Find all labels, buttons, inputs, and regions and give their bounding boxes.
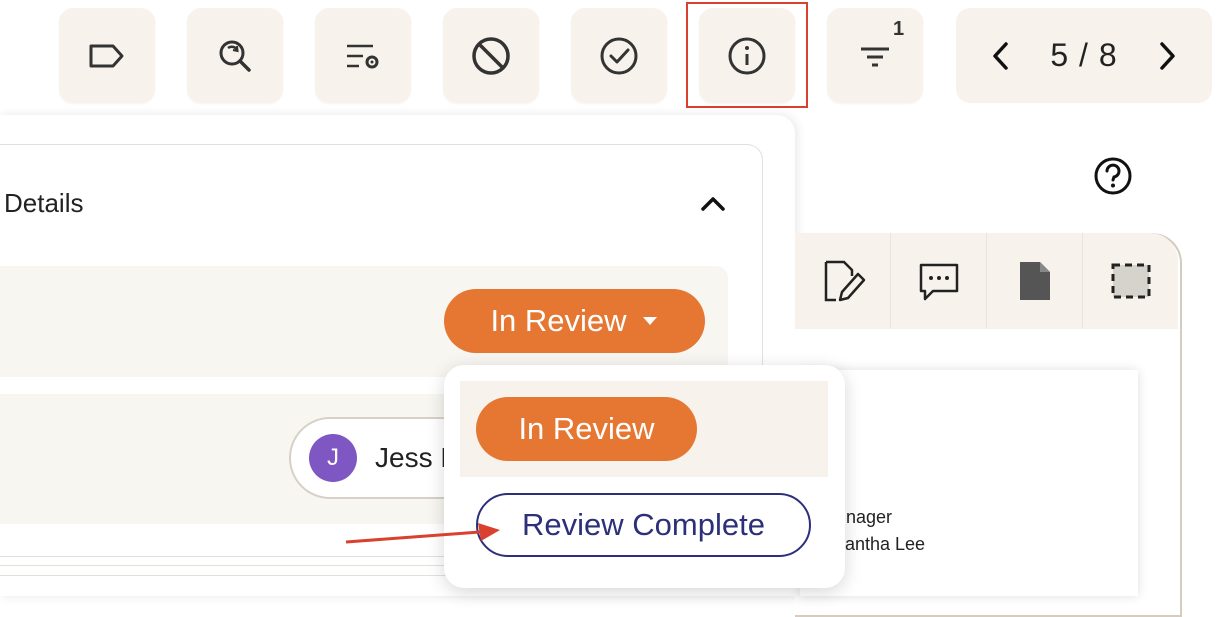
selection-icon (1111, 263, 1150, 299)
chevron-right-icon[interactable] (1156, 40, 1178, 72)
file-icon (1019, 262, 1050, 300)
info-button-highlight (686, 2, 808, 108)
search-refresh-icon (219, 40, 251, 72)
file-tool-button[interactable] (987, 233, 1083, 329)
document-page (800, 370, 1138, 596)
label-button[interactable] (59, 8, 155, 103)
block-icon (472, 36, 510, 75)
select-area-tool-button[interactable] (1083, 233, 1178, 329)
edit-document-icon (824, 260, 865, 302)
filter-icon (861, 47, 889, 66)
filter-count-badge: 1 (893, 18, 905, 40)
annotation-arrow-icon (345, 523, 500, 544)
list-settings-button[interactable] (315, 8, 411, 103)
page-indicator: 5 / 8 (1050, 37, 1118, 73)
comment-icon (919, 263, 958, 301)
caret-down-icon (642, 317, 657, 325)
status-dropdown-label: In Review (490, 303, 627, 338)
edit-tool-button[interactable] (795, 233, 891, 329)
comment-tool-button[interactable] (891, 233, 987, 329)
document-toolbar (795, 233, 1178, 329)
check-circle-icon (600, 37, 638, 74)
list-settings-icon (347, 44, 379, 68)
search-button[interactable] (187, 8, 283, 103)
status-dropdown[interactable]: In Review (444, 289, 705, 353)
filter-button[interactable] (827, 8, 923, 103)
status-option-in-review[interactable]: In Review (476, 397, 697, 461)
status-option-review-complete[interactable]: Review Complete (476, 493, 811, 557)
pager: 5 / 8 (956, 8, 1212, 103)
tag-icon (89, 44, 124, 67)
chevron-left-icon[interactable] (990, 40, 1012, 72)
details-heading: Details (4, 188, 84, 218)
approve-button[interactable] (571, 8, 667, 103)
block-button[interactable] (443, 8, 539, 103)
help-icon[interactable] (1093, 156, 1133, 196)
avatar: J (309, 434, 357, 482)
chevron-up-icon[interactable] (700, 194, 726, 214)
document-text-line: nager (846, 507, 893, 527)
